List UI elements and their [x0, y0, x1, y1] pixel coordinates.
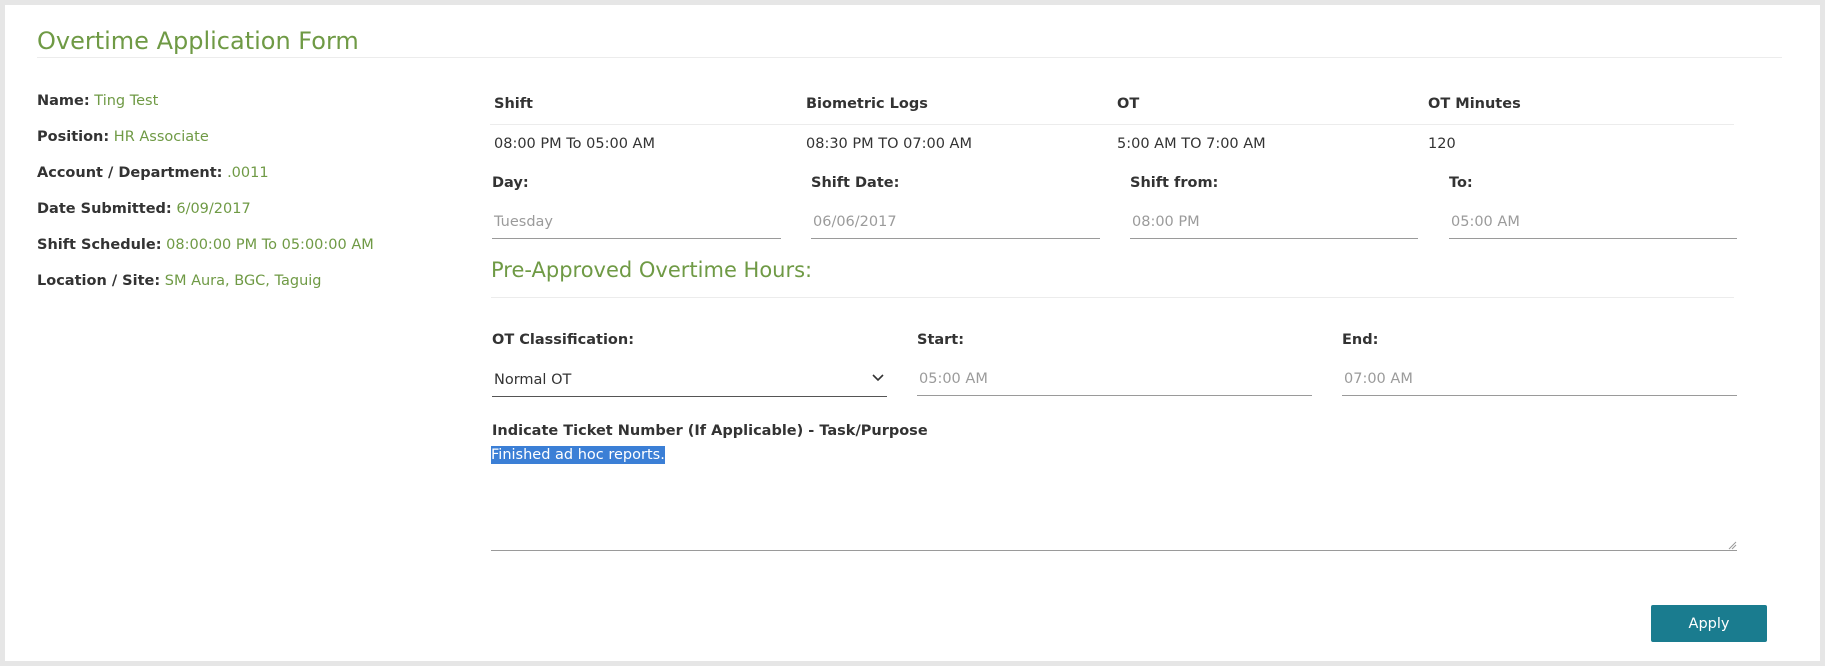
info-value: Ting Test: [94, 93, 159, 109]
info-value: 6/09/2017: [176, 201, 251, 217]
start-label: Start:: [917, 332, 965, 348]
info-label: Position:: [37, 129, 110, 145]
header-biometric-logs: Biometric Logs: [806, 96, 928, 112]
shift-to-label: To:: [1449, 175, 1473, 191]
info-value: SM Aura, BGC, Taguig: [164, 273, 322, 289]
header-ot: OT: [1117, 96, 1140, 112]
value-shift: 08:00 PM To 05:00 AM: [494, 136, 655, 152]
page-title: Overtime Application Form: [37, 27, 359, 55]
header-shift: Shift: [494, 96, 533, 112]
info-label: Date Submitted:: [37, 201, 172, 217]
shift-from-label: Shift from:: [1130, 175, 1219, 191]
chevron-down-icon: [872, 374, 884, 382]
day-field[interactable]: Tuesday: [492, 205, 781, 239]
info-value: HR Associate: [113, 129, 209, 145]
ticket-text: Finished ad hoc reports.: [491, 446, 665, 464]
ot-classification-value: Normal OT: [494, 371, 572, 388]
shift-to-field[interactable]: 05:00 AM: [1449, 205, 1737, 239]
info-account: Account / Department: .0011: [37, 165, 269, 181]
info-label: Shift Schedule:: [37, 237, 162, 253]
value-biometric-logs: 08:30 PM TO 07:00 AM: [806, 136, 972, 152]
info-label: Account / Department:: [37, 165, 223, 181]
shift-from-field[interactable]: 08:00 PM: [1130, 205, 1418, 239]
ticket-textarea[interactable]: Finished ad hoc reports.: [491, 446, 1737, 551]
info-date-submitted: Date Submitted: 6/09/2017: [37, 201, 251, 217]
end-time-field[interactable]: 07:00 AM: [1342, 362, 1737, 396]
info-position: Position: HR Associate: [37, 129, 209, 145]
table-header-divider: [490, 124, 1734, 125]
info-label: Name:: [37, 93, 90, 109]
shift-date-label: Shift Date:: [811, 175, 900, 191]
apply-button[interactable]: Apply: [1651, 605, 1767, 642]
info-name: Name: Ting Test: [37, 93, 158, 109]
section-title-preapproved: Pre-Approved Overtime Hours:: [491, 258, 813, 282]
info-value: 08:00:00 PM To 05:00:00 AM: [166, 237, 374, 253]
shift-date-field[interactable]: 06/06/2017: [811, 205, 1100, 239]
info-shift-schedule: Shift Schedule: 08:00:00 PM To 05:00:00 …: [37, 237, 374, 253]
header-ot-minutes: OT Minutes: [1428, 96, 1521, 112]
value-ot-minutes: 120: [1428, 136, 1456, 152]
title-divider: [37, 57, 1782, 58]
ticket-label: Indicate Ticket Number (If Applicable) -…: [492, 423, 928, 439]
info-value: .0011: [227, 165, 269, 181]
ot-classification-select[interactable]: Normal OT: [492, 363, 887, 397]
value-ot: 5:00 AM TO 7:00 AM: [1117, 136, 1266, 152]
end-label: End:: [1342, 332, 1379, 348]
info-location: Location / Site: SM Aura, BGC, Taguig: [37, 273, 322, 289]
ot-classification-label: OT Classification:: [492, 332, 635, 348]
resize-grip-icon[interactable]: [1727, 540, 1737, 550]
day-label: Day:: [492, 175, 529, 191]
start-time-field[interactable]: 05:00 AM: [917, 362, 1312, 396]
section-divider: [491, 297, 1734, 298]
info-label: Location / Site:: [37, 273, 161, 289]
